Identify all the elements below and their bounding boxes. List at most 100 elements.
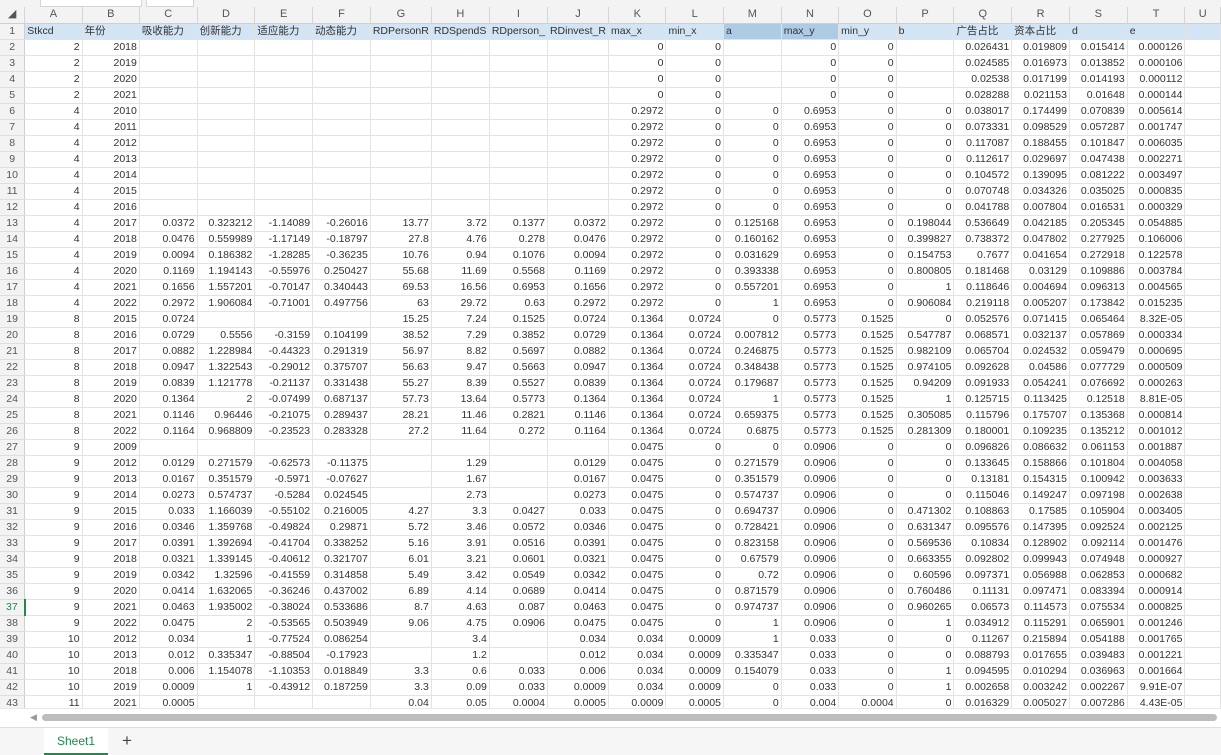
cell[interactable]: 0.012 bbox=[547, 647, 610, 664]
cell[interactable]: 0.154079 bbox=[723, 663, 782, 680]
cell[interactable] bbox=[489, 55, 548, 72]
cell[interactable]: 15.25 bbox=[370, 311, 432, 328]
cell[interactable]: 0 bbox=[896, 199, 955, 216]
cell[interactable]: -0.38024 bbox=[254, 599, 314, 616]
cell[interactable]: 2021 bbox=[82, 87, 140, 104]
cell[interactable]: 0 bbox=[665, 199, 724, 216]
cell[interactable]: 0.115796 bbox=[953, 407, 1013, 424]
cell[interactable]: 2012 bbox=[82, 135, 140, 152]
cell[interactable]: 0 bbox=[838, 567, 897, 584]
cell[interactable]: 1.632065 bbox=[197, 583, 256, 600]
cell[interactable]: 0.032137 bbox=[1011, 327, 1070, 344]
cell[interactable]: 0.0947 bbox=[547, 359, 610, 376]
cell[interactable]: -1.28285 bbox=[254, 247, 314, 264]
cell[interactable]: 55.27 bbox=[370, 375, 432, 392]
cell[interactable]: 0.6953 bbox=[781, 103, 840, 120]
cell[interactable]: 9 bbox=[24, 439, 83, 456]
cell[interactable]: 0.0475 bbox=[608, 439, 667, 456]
cell[interactable]: 4.76 bbox=[431, 231, 490, 248]
cell[interactable]: 0.314858 bbox=[312, 567, 371, 584]
cell[interactable] bbox=[547, 439, 610, 456]
cell[interactable]: 0 bbox=[665, 487, 724, 504]
cell[interactable]: 0.278 bbox=[489, 231, 548, 248]
cell[interactable]: 0.351579 bbox=[723, 471, 782, 488]
cell[interactable]: 0.198044 bbox=[896, 215, 955, 232]
cell[interactable]: 0.114573 bbox=[1011, 599, 1070, 616]
cell[interactable]: 0 bbox=[838, 487, 897, 504]
cell[interactable]: 0.092628 bbox=[953, 359, 1013, 376]
cell[interactable]: 0.0129 bbox=[139, 455, 198, 472]
cell[interactable]: 0.2972 bbox=[608, 167, 667, 184]
cell[interactable]: 0 bbox=[838, 551, 897, 568]
cell[interactable]: 0 bbox=[838, 231, 897, 248]
cell[interactable] bbox=[197, 151, 256, 168]
cell[interactable]: 0.2972 bbox=[608, 151, 667, 168]
cell[interactable]: 0.5773 bbox=[781, 423, 840, 440]
cell[interactable] bbox=[431, 55, 490, 72]
cell[interactable] bbox=[1184, 103, 1221, 120]
cell[interactable]: 0 bbox=[838, 247, 897, 264]
cell[interactable] bbox=[254, 119, 314, 136]
cell[interactable]: 0.6875 bbox=[723, 423, 782, 440]
cell[interactable]: 0.0129 bbox=[547, 455, 610, 472]
cell[interactable]: 0 bbox=[665, 103, 724, 120]
cell[interactable]: 1 bbox=[723, 295, 782, 312]
cell[interactable] bbox=[431, 87, 490, 104]
cell[interactable]: 0.026431 bbox=[953, 39, 1013, 56]
cell[interactable]: 0.1364 bbox=[608, 311, 667, 328]
cell[interactable]: 0.000144 bbox=[1127, 87, 1186, 104]
cell[interactable]: 7.29 bbox=[431, 327, 490, 344]
cell[interactable]: 0.1525 bbox=[838, 391, 897, 408]
cell[interactable]: 0.0094 bbox=[547, 247, 610, 264]
cell[interactable] bbox=[1184, 231, 1221, 248]
cell[interactable]: 0.104199 bbox=[312, 327, 371, 344]
cell[interactable]: 0.0476 bbox=[547, 231, 610, 248]
cell[interactable]: 0.0391 bbox=[547, 535, 610, 552]
row-header[interactable]: 38 bbox=[0, 615, 26, 632]
cell[interactable]: 16.56 bbox=[431, 279, 490, 296]
cell[interactable]: 0.033 bbox=[781, 663, 840, 680]
cell[interactable]: 0 bbox=[838, 215, 897, 232]
cell[interactable]: 0.034 bbox=[547, 631, 610, 648]
cell[interactable]: 0 bbox=[896, 487, 955, 504]
cell[interactable]: 0.034 bbox=[608, 663, 667, 680]
cell[interactable] bbox=[1184, 647, 1221, 664]
cell[interactable]: 11.69 bbox=[431, 263, 490, 280]
cell[interactable]: 0.271579 bbox=[197, 455, 256, 472]
cell[interactable] bbox=[197, 695, 256, 708]
cell[interactable] bbox=[312, 87, 371, 104]
cell[interactable]: 0.002125 bbox=[1127, 519, 1186, 536]
cell[interactable] bbox=[547, 103, 610, 120]
cell[interactable]: 0 bbox=[896, 103, 955, 120]
cell[interactable]: 6.01 bbox=[370, 551, 432, 568]
cell[interactable]: 1.322543 bbox=[197, 359, 256, 376]
cell[interactable]: 0 bbox=[838, 631, 897, 648]
cell[interactable] bbox=[197, 199, 256, 216]
cell[interactable] bbox=[489, 87, 548, 104]
cell[interactable]: 0.348438 bbox=[723, 359, 782, 376]
column-header[interactable]: P bbox=[896, 7, 955, 24]
cell[interactable]: 3.21 bbox=[431, 551, 490, 568]
cell[interactable]: 8 bbox=[24, 359, 83, 376]
cell[interactable]: 0.0724 bbox=[665, 327, 724, 344]
cell[interactable] bbox=[197, 39, 256, 56]
cell[interactable]: 0.1656 bbox=[547, 279, 610, 296]
cell[interactable]: 0.006 bbox=[547, 663, 610, 680]
cell[interactable]: 2021 bbox=[82, 695, 140, 708]
cell[interactable]: 0.0009 bbox=[665, 631, 724, 648]
cell[interactable]: 0.0414 bbox=[139, 583, 198, 600]
cell[interactable]: 0.1076 bbox=[489, 247, 548, 264]
cell[interactable]: 0.041654 bbox=[1011, 247, 1070, 264]
cell[interactable]: 0 bbox=[665, 151, 724, 168]
cell[interactable]: -1.17149 bbox=[254, 231, 314, 248]
cell[interactable] bbox=[139, 151, 198, 168]
cell[interactable] bbox=[254, 55, 314, 72]
cell[interactable]: 0.101804 bbox=[1069, 455, 1128, 472]
cell[interactable] bbox=[139, 87, 198, 104]
cell[interactable] bbox=[197, 167, 256, 184]
cell[interactable]: 1.339145 bbox=[197, 551, 256, 568]
cell[interactable] bbox=[312, 39, 371, 56]
cell[interactable]: 0.5773 bbox=[781, 327, 840, 344]
name-box[interactable] bbox=[40, 0, 142, 7]
cell[interactable]: 0.6953 bbox=[781, 215, 840, 232]
